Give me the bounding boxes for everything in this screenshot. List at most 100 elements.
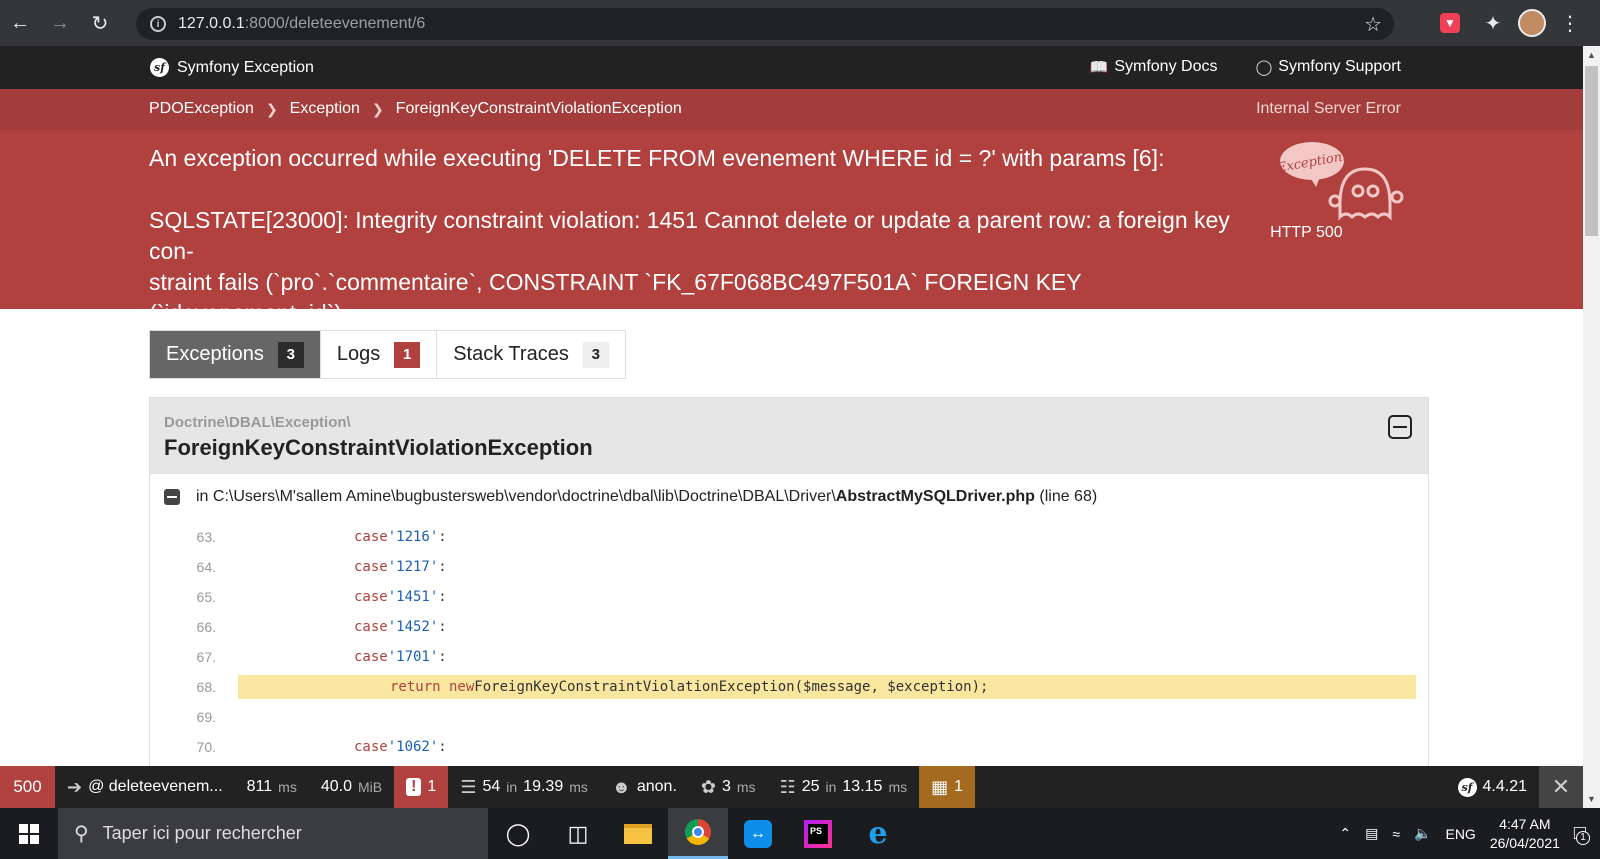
toolbar-security[interactable]: ☻ anon.: [600, 766, 689, 808]
tab-count-badge: 1: [394, 341, 421, 368]
file-explorer-icon[interactable]: [608, 808, 668, 859]
trace-header[interactable]: Doctrine\DBAL\Exception\ ForeignKeyConst…: [150, 398, 1428, 474]
scroll-down-icon[interactable]: ▼: [1587, 794, 1596, 804]
code-line: 64. case '1217':: [196, 559, 447, 575]
tab-logs[interactable]: Logs 1: [320, 331, 438, 378]
toolbar-database[interactable]: ☷ 25 in 13.15 ms: [768, 766, 920, 808]
status-text: Internal Server Error: [1256, 100, 1401, 117]
taskbar-search-input[interactable]: ⚲ Taper ici pour rechercher: [58, 808, 488, 859]
chevron-up-icon[interactable]: ⌃: [1339, 825, 1351, 842]
extensions-puzzle-icon[interactable]: ✦: [1481, 11, 1505, 35]
symfony-docs-link[interactable]: 📖 Symfony Docs: [1090, 58, 1218, 76]
info-icon[interactable]: i: [150, 16, 166, 32]
scrollbar-thumb[interactable]: [1585, 66, 1598, 236]
exception-class: ForeignKeyConstraintViolationException: [164, 435, 593, 460]
exclamation-icon: !: [406, 778, 422, 796]
lifebuoy-icon: ◯: [1255, 59, 1273, 76]
symfony-header: sf Symfony Exception 📖 Symfony Docs ◯ Symf…: [0, 46, 1583, 89]
arrow-right-icon: ➔: [67, 776, 83, 797]
toolbar-errors[interactable]: ! 1: [394, 766, 449, 808]
book-icon: 📖: [1089, 59, 1109, 76]
bookmark-star-icon[interactable]: ☆: [1364, 12, 1382, 37]
layers-icon: ☰: [460, 776, 477, 797]
symfony-icon: sf: [150, 58, 169, 77]
scroll-up-icon[interactable]: ▲: [1587, 50, 1596, 60]
code-line: 69.: [196, 709, 216, 725]
code-excerpt: 63. case '1216': 64. case '1217': 65. case …: [164, 522, 1416, 762]
windows-logo-icon: [19, 823, 39, 844]
toolbar-route[interactable]: ➔ @ deleteevenem...: [55, 766, 235, 808]
breadcrumb-item[interactable]: ForeignKeyConstraintViolationException: [396, 100, 682, 118]
cortana-icon[interactable]: ◯: [488, 808, 548, 859]
search-icon: ⚲: [74, 823, 89, 845]
reload-icon[interactable]: ↻: [80, 0, 120, 46]
code-line: 67. case '1701':: [196, 649, 447, 665]
symfony-debug-toolbar: 500 ➔ @ deleteevenem... 811 ms 40.0 MiB ! …: [0, 766, 1583, 808]
profile-avatar[interactable]: [1518, 9, 1546, 37]
url-host: 127.0.0.1: [178, 15, 245, 32]
notification-center-icon[interactable]: □1: [1574, 822, 1590, 845]
page-scrollbar[interactable]: ▲ ▼: [1583, 46, 1600, 808]
forward-arrow-icon[interactable]: →: [40, 0, 80, 46]
wifi-icon[interactable]: ≈: [1392, 826, 1400, 842]
windows-taskbar: ⚲ Taper ici pour rechercher ◯ ◫ ↔ PS e ⌃…: [0, 808, 1600, 859]
user-icon: ☻: [611, 776, 631, 797]
toolbar-translation[interactable]: ▦ 1: [919, 766, 976, 808]
tab-exceptions[interactable]: Exceptions 3: [150, 331, 321, 378]
browser-toolbar: ← → ↻ i 127.0.0.1:8000/deleteevenement/6…: [0, 0, 1600, 46]
windows-start-button[interactable]: [0, 808, 58, 859]
tab-count-badge: 3: [277, 341, 304, 368]
code-line: 63. case '1216':: [196, 529, 447, 545]
exception-ghost-icon: Exception!: [1280, 142, 1404, 221]
toolbar-symfony-version[interactable]: sf 4.4.21: [1446, 766, 1539, 808]
volume-icon[interactable]: 🔈: [1414, 825, 1431, 842]
toolbar-status-code[interactable]: 500: [0, 766, 55, 808]
trace-panel: Doctrine\DBAL\Exception\ ForeignKeyConst…: [149, 397, 1429, 817]
translation-icon: ▦: [931, 776, 949, 797]
teamviewer-icon[interactable]: ↔: [728, 808, 788, 859]
toolbar-forms[interactable]: ☰ 54 in 19.39 ms: [448, 766, 600, 808]
exception-message: An exception occurred while executing 'D…: [149, 145, 1230, 357]
breadcrumb-item[interactable]: Exception: [290, 100, 360, 118]
twig-icon: ✿: [700, 776, 716, 797]
browser-menu-icon[interactable]: ⋮: [1558, 11, 1582, 35]
exception-banner: PDOException ❯ Exception ❯ ForeignKeyCon…: [0, 89, 1583, 357]
phpstorm-icon[interactable]: PS: [788, 808, 848, 859]
breadcrumb-bar: PDOException ❯ Exception ❯ ForeignKeyCon…: [0, 89, 1583, 241]
url-path: :8000/deleteevenement/6: [244, 15, 426, 32]
file-line-number: (line 68): [1039, 488, 1098, 505]
symfony-support-link[interactable]: ◯ Symfony Support: [1255, 58, 1401, 76]
battery-icon[interactable]: ▤: [1365, 825, 1378, 842]
breadcrumb: PDOException ❯ Exception ❯ ForeignKeyCon…: [149, 100, 682, 118]
pocket-extension-icon[interactable]: ▼: [1440, 13, 1460, 33]
exception-tabs: Exceptions 3 Logs 1 Stack Traces 3: [149, 330, 626, 379]
chrome-icon[interactable]: [668, 808, 728, 859]
symfony-logo: sf Symfony Exception: [150, 58, 314, 77]
exception-namespace: Doctrine\DBAL\Exception\: [164, 414, 351, 431]
tab-stack-traces[interactable]: Stack Traces 3: [437, 331, 625, 378]
task-view-icon[interactable]: ◫: [548, 808, 608, 859]
taskbar-clock[interactable]: 4:47 AM 26/04/2021: [1490, 815, 1560, 853]
toolbar-twig[interactable]: ✿ 3 ms: [689, 766, 768, 808]
breadcrumb-item[interactable]: PDOException: [149, 100, 254, 118]
collapse-trace-icon[interactable]: [1388, 415, 1412, 439]
file-name: AbstractMySQLDriver.php: [835, 488, 1035, 505]
chevron-right-icon: ❯: [265, 100, 278, 117]
symfony-icon: sf: [1457, 777, 1477, 797]
language-indicator[interactable]: ENG: [1445, 826, 1475, 842]
trace-file-line: in C:\Users\M'sallem Amine\bugbustersweb…: [164, 488, 1097, 506]
toolbar-memory[interactable]: 40.0 MiB: [309, 766, 394, 808]
back-arrow-icon[interactable]: ←: [0, 0, 40, 46]
address-bar[interactable]: i 127.0.0.1:8000/deleteevenement/6 ☆: [136, 8, 1394, 40]
notification-count: 1: [1576, 831, 1590, 845]
http-status: HTTP 500 Internal Server Error: [1256, 100, 1401, 241]
code-line: 70. case '1062':: [196, 739, 447, 755]
collapse-code-icon[interactable]: [164, 489, 180, 505]
close-toolbar-icon[interactable]: ✕: [1539, 766, 1583, 808]
tab-count-badge: 3: [582, 341, 609, 368]
internet-explorer-icon[interactable]: e: [848, 808, 908, 859]
toolbar-time[interactable]: 811 ms: [235, 766, 309, 808]
chevron-right-icon: ❯: [371, 100, 384, 117]
header-title: Symfony Exception: [177, 58, 314, 76]
code-line: 65. case '1451':: [196, 589, 447, 605]
